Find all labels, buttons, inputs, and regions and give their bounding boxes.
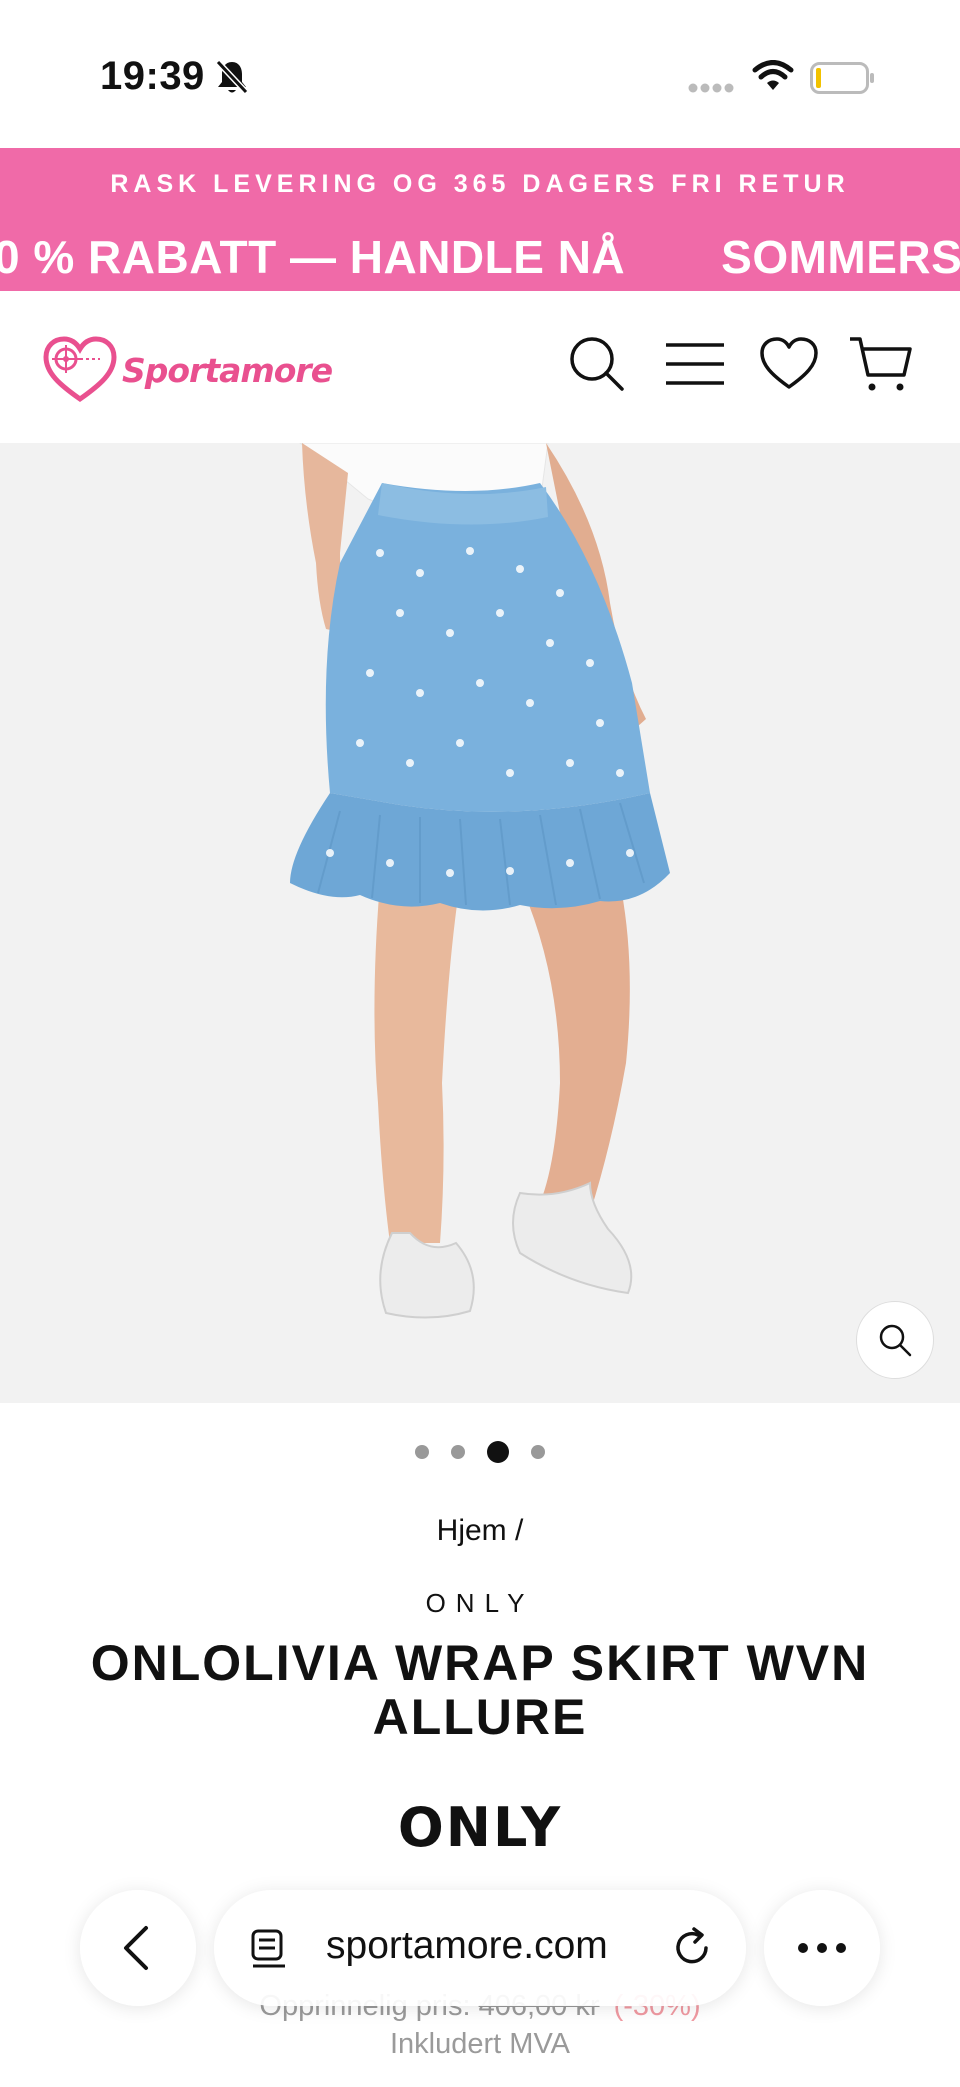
promo-banner[interactable]: RASK LEVERING OG 365 DAGERS FRI RETUR 0 … [0,148,960,291]
heart-logo-icon [43,336,117,403]
url-text: sportamore.com [326,1924,608,1967]
site-logo[interactable]: Sportamore [42,335,333,405]
signal-icon [688,83,734,93]
carousel-dot-2[interactable] [451,1445,465,1459]
search-icon[interactable] [564,331,630,397]
wishlist-heart-icon[interactable] [756,331,822,397]
site-header: Sportamore [0,291,960,443]
ticker-text-2: SOMMERSA [721,231,960,283]
cart-icon[interactable] [848,331,914,397]
menu-icon[interactable] [662,331,728,397]
more-button[interactable] [764,1890,880,2006]
carousel-dot-3[interactable] [487,1441,509,1463]
logo-wordmark: Sportamore [122,350,333,390]
promo-ticker: 0 % RABATT — HANDLE NÅ SOMMERSA [0,230,960,284]
ticker-text-1: 0 % RABATT — HANDLE NÅ [0,231,626,283]
carousel-dot-1[interactable] [415,1445,429,1459]
carousel-dot-4[interactable] [531,1445,545,1459]
zoom-icon [879,1324,912,1357]
breadcrumb[interactable]: Hjem / [0,1514,960,1548]
zoom-button[interactable] [856,1301,934,1379]
brand-name[interactable]: ONLY [0,1588,960,1619]
product-image [290,443,670,1319]
page-menu-icon [251,1929,285,1968]
carousel-dots[interactable] [0,1438,960,1466]
bell-muted-icon [215,59,249,95]
reload-icon[interactable] [670,1926,714,1970]
status-bar: 19:39 [0,0,960,148]
back-button[interactable] [80,1890,196,2006]
chevron-left-icon [124,1926,148,1970]
more-dots-icon [798,1943,846,1953]
vat-note: Inkludert MVA [390,2028,570,2060]
product-title: ONLOLIVIA WRAP SKIRT WVN ALLURE [90,1635,870,1745]
product-gallery[interactable] [0,443,960,1403]
battery-icon [810,62,874,94]
wifi-icon [752,60,794,90]
address-bar[interactable]: sportamore.com [214,1890,746,2006]
status-time: 19:39 [100,54,205,98]
promo-headline: RASK LEVERING OG 365 DAGERS FRI RETUR [110,170,850,198]
brand-logo[interactable]: ONLY [0,1796,960,1859]
